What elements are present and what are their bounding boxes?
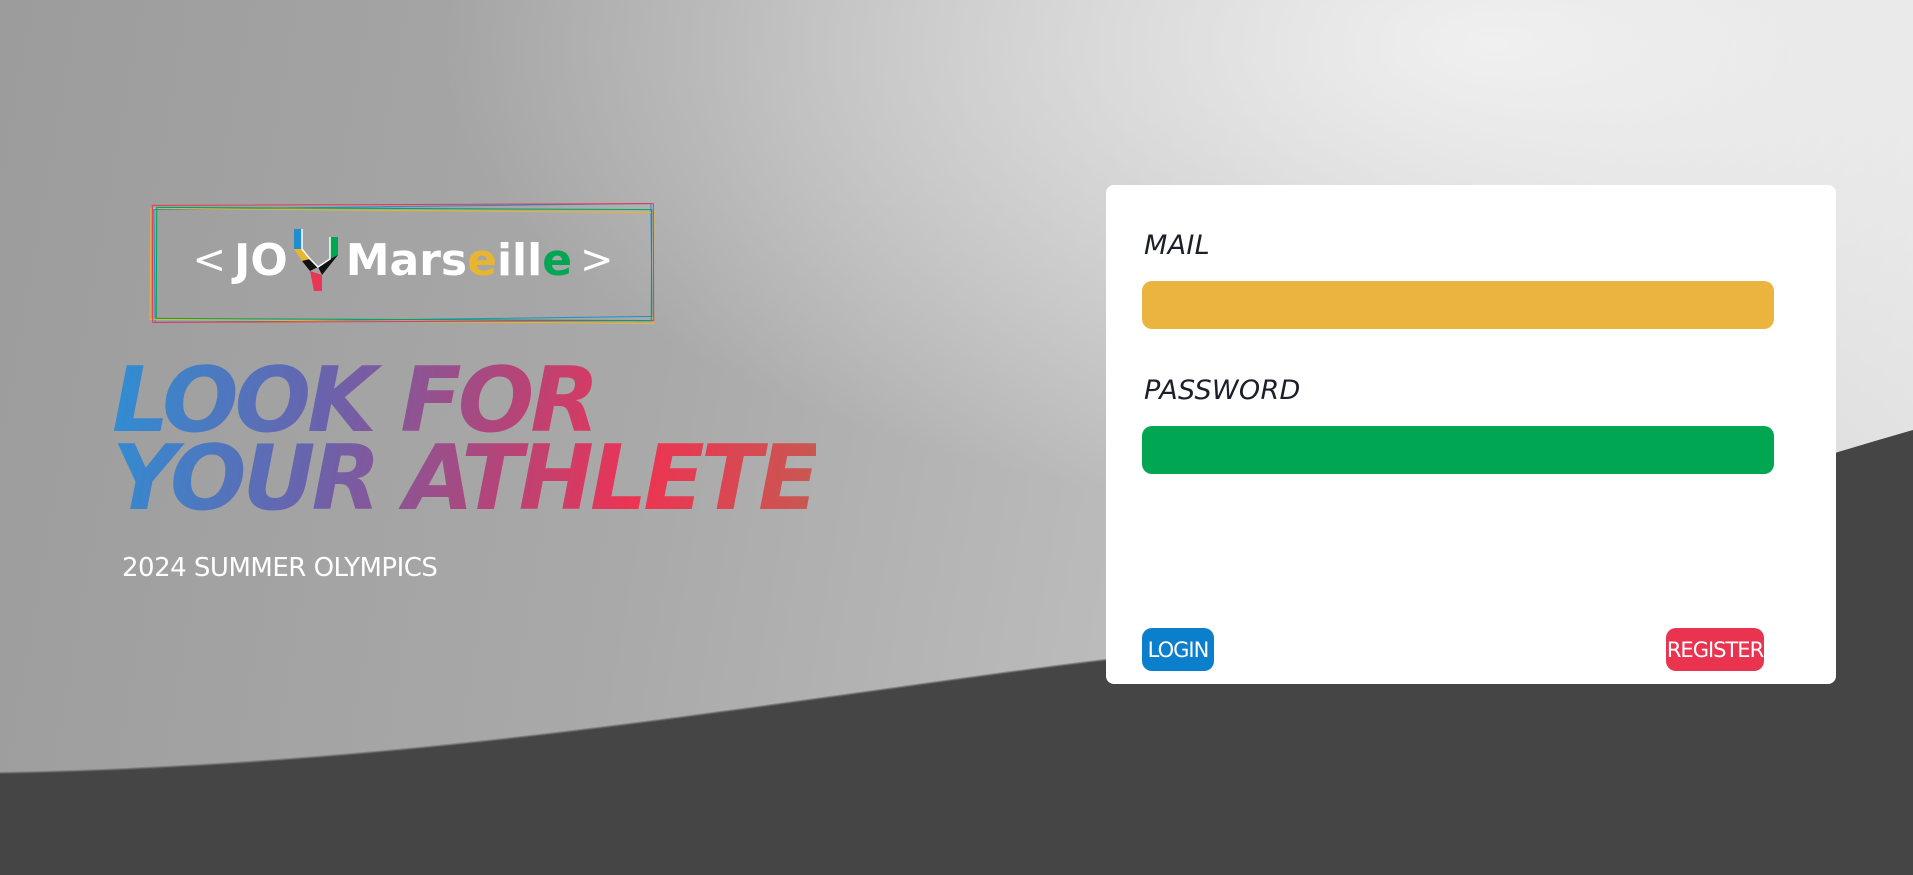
logo-open-bracket: < — [192, 237, 226, 283]
logo-name-start: Mars — [345, 234, 468, 286]
hero-subtitle: 2024 SUMMER OLYMPICS — [122, 553, 438, 583]
logo-name-mid: ill — [496, 234, 543, 286]
logo-name-e2: e — [542, 234, 573, 286]
logo-close-bracket: > — [580, 237, 614, 283]
mail-label: MAIL — [1144, 230, 1210, 261]
login-button[interactable]: LOGIN — [1142, 628, 1214, 671]
hero-headline: LOOK FOR YOUR ATHLETE — [112, 362, 816, 518]
password-label: PASSWORD — [1144, 375, 1301, 406]
register-button[interactable]: REGISTER — [1666, 628, 1764, 671]
login-page: < JO Mars e ill e > LOOK FOR YOUR ATHLETE 2… — [0, 0, 1913, 875]
hero-line-2: YOUR ATHLETE — [112, 426, 816, 531]
logo-wordmark: < JO Mars e ill e > — [148, 225, 658, 295]
site-logo[interactable]: < JO Mars e ill e > — [148, 202, 658, 325]
logo-name-e1: e — [467, 234, 497, 286]
password-input[interactable] — [1142, 426, 1774, 474]
mail-input[interactable] — [1142, 281, 1774, 329]
login-card: MAIL PASSWORD LOGIN REGISTER — [1106, 185, 1836, 684]
olympic-ribbon-icon — [293, 229, 338, 291]
logo-jo: JO — [233, 234, 288, 286]
